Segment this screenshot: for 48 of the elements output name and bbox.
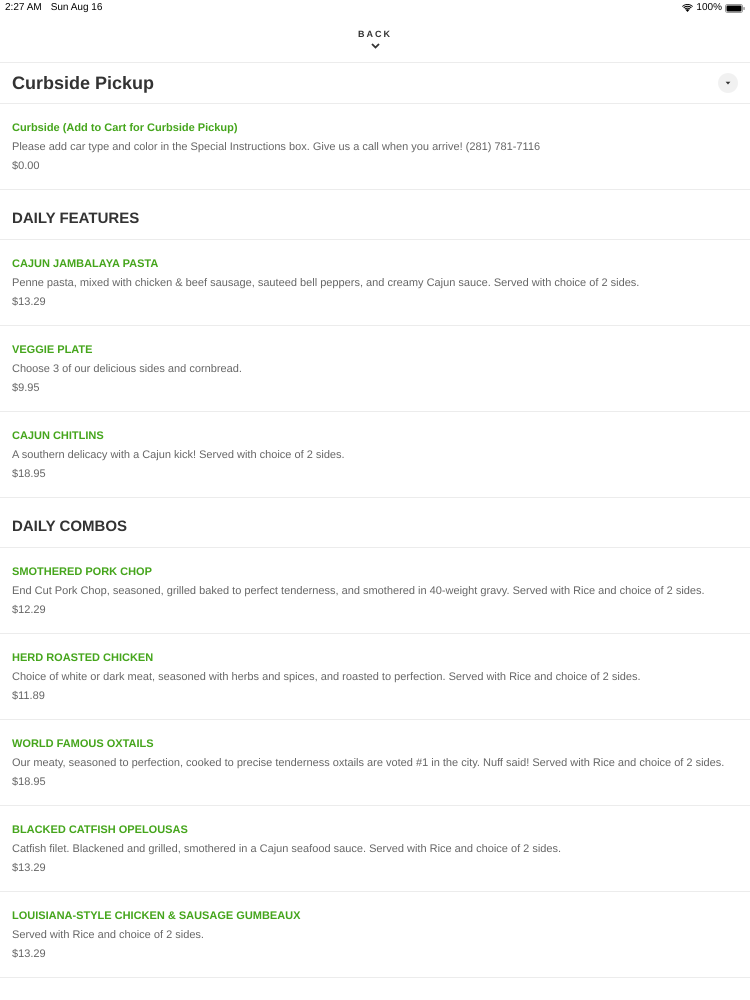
wifi-icon: [682, 4, 694, 12]
item-price: $18.95: [12, 775, 46, 790]
item-description: Penne pasta, mixed with chicken & beef sausage, sauteed bell peppers, and creamy Cajun sauce. Served with choice of 2 sides.: [12, 276, 640, 291]
item-name: Curbside (Add to Cart for Curbside Pickup): [12, 121, 238, 136]
item-price: $13.29: [12, 295, 46, 310]
item-description: Choice of white or dark meat, seasoned with herbs and spices, and roasted to perfection. Served with Rice and choice of 2 sides.: [12, 670, 641, 685]
battery-percent: 100%: [696, 1, 722, 15]
dropdown-icon[interactable]: [718, 73, 738, 93]
menu-item[interactable]: CAJUN JAMBALAYA PASTA Penne pasta, mixed with chicken & beef sausage, sauteed bell peppers, and creamy Cajun sauce. Served with choice of 2 sides. $13.29: [0, 240, 750, 326]
menu-item[interactable]: VEGGIE PLATE Choose 3 of our delicious sides and cornbread. $9.95: [0, 326, 750, 412]
item-description: Served with Rice and choice of 2 sides.: [12, 928, 204, 943]
item-description: End Cut Pork Chop, seasoned, grilled baked to perfect tenderness, and smothered in 40-weight gravy. Served with Rice and choice of 2 sides.: [12, 584, 705, 599]
menu-item[interactable]: HERD ROASTED CHICKEN Choice of white or dark meat, seasoned with herbs and spices, and roasted to perfection. Served with Rice and choice of 2 sides. $11.89: [0, 634, 750, 720]
item-price: $0.00: [12, 159, 40, 174]
menu-item[interactable]: LOUISIANA-STYLE CHICKEN & SAUSAGE GUMBEAUX Served with Rice and choice of 2 sides. $13.29: [0, 892, 750, 978]
item-price: $13.29: [12, 947, 46, 962]
status-date: Sun Aug 16: [50, 1, 102, 15]
menu-item[interactable]: SMOTHERED PORK CHOP End Cut Pork Chop, seasoned, grilled baked to perfect tenderness, and smothered in 40-weight gravy. Served with Rice and choice of 2 sides. $12.29: [0, 548, 750, 634]
menu-item[interactable]: BLACKED CATFISH OPELOUSAS Catfish filet. Blackened and grilled, smothered in a Cajun seafood sauce. Served with Rice and choice of 2 sides. $13.29: [0, 806, 750, 892]
item-name: HERD ROASTED CHICKEN: [12, 651, 154, 666]
item-name: CAJUN JAMBALAYA PASTA: [12, 257, 158, 272]
item-price: $11.89: [12, 689, 45, 704]
item-price: $12.29: [12, 603, 46, 618]
item-name: VEGGIE PLATE: [12, 343, 92, 358]
category-title: Curbside Pickup: [12, 72, 154, 94]
item-description: Catfish filet. Blackened and grilled, smothered in a Cajun seafood sauce. Served with Rice and choice of 2 sides.: [12, 842, 562, 857]
item-description: Please add car type and color in the Special Instructions box. Give us a call when you arrive! (281) 781-7116: [12, 140, 540, 155]
item-name: WORLD FAMOUS OXTAILS: [12, 737, 154, 752]
item-name: CAJUN CHITLINS: [12, 429, 104, 444]
item-description: Our meaty, seasoned to perfection, cooked to precise tenderness oxtails are voted #1 in the city. Nuff said! Served with Rice and choice of 2 sides.: [12, 756, 724, 771]
item-price: $13.29: [12, 861, 46, 876]
section-heading: DAILY COMBOS: [12, 518, 128, 536]
item-price: $9.95: [12, 381, 40, 396]
item-description: A southern delicacy with a Cajun kick! Served with choice of 2 sides.: [12, 448, 345, 463]
item-description: Choose 3 of our delicious sides and cornbread.: [12, 362, 242, 377]
battery-icon: [725, 4, 745, 12]
section-heading: DAILY FEATURES: [12, 210, 140, 228]
menu-item[interactable]: WORLD FAMOUS OXTAILS Our meaty, seasoned to perfection, cooked to precise tenderness oxtails are voted #1 in the city. Nuff said! Served with Rice and choice of 2 sides. $18.95: [0, 720, 750, 806]
status-time: 2:27 AM: [5, 1, 42, 15]
chevron-down-icon: [370, 43, 380, 49]
item-name: LOUISIANA-STYLE CHICKEN & SAUSAGE GUMBEAUX: [12, 909, 300, 924]
category-header[interactable]: Curbside Pickup: [0, 63, 750, 104]
menu-item[interactable]: CAJUN CHITLINS A southern delicacy with a Cajun kick! Served with choice of 2 sides. $18.95: [0, 412, 750, 498]
item-name: BLACKED CATFISH OPELOUSAS: [12, 823, 188, 838]
item-price: $18.95: [12, 467, 46, 482]
menu-item[interactable]: Curbside (Add to Cart for Curbside Pickup) Please add car type and color in the Special Instructions box. Give us a call when you arrive! (281) 781-7116 $0.00: [0, 104, 750, 190]
back-button[interactable]: BACK: [358, 16, 392, 62]
item-name: SMOTHERED PORK CHOP: [12, 565, 152, 580]
